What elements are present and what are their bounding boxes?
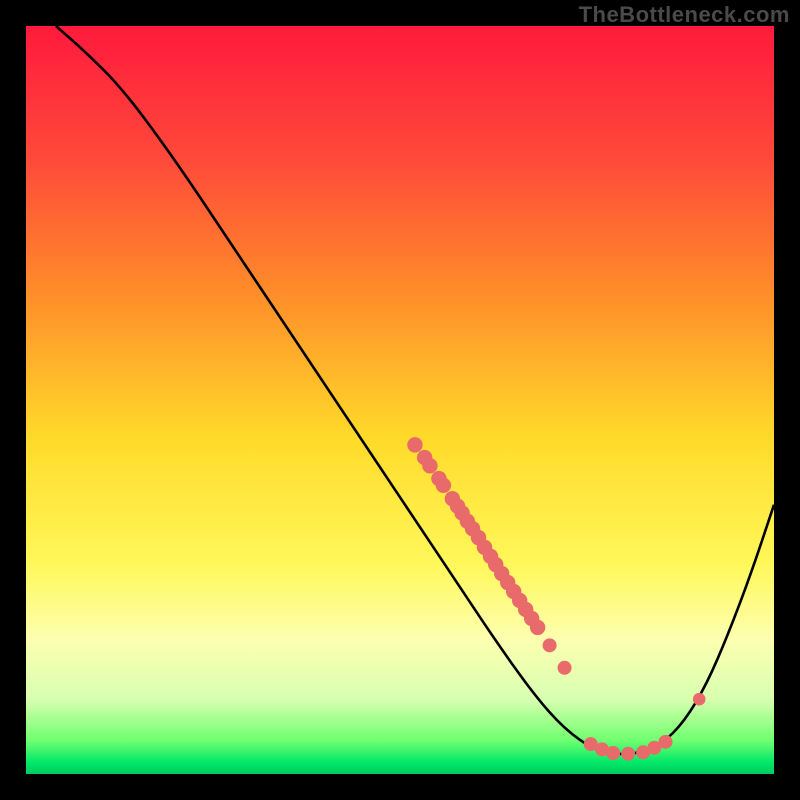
data-dot [530,620,545,635]
data-dot [621,747,635,761]
gradient-background [26,26,774,774]
data-dot [422,458,437,473]
chart-frame: TheBottleneck.com [0,0,800,800]
data-dot [407,437,422,452]
data-dot [606,746,620,760]
data-dot [543,638,557,652]
bottleneck-chart [0,0,800,800]
data-dot [659,735,673,749]
data-dot [558,661,572,675]
watermark-text: TheBottleneck.com [579,2,790,28]
data-dot [693,693,706,706]
data-dot [436,478,451,493]
